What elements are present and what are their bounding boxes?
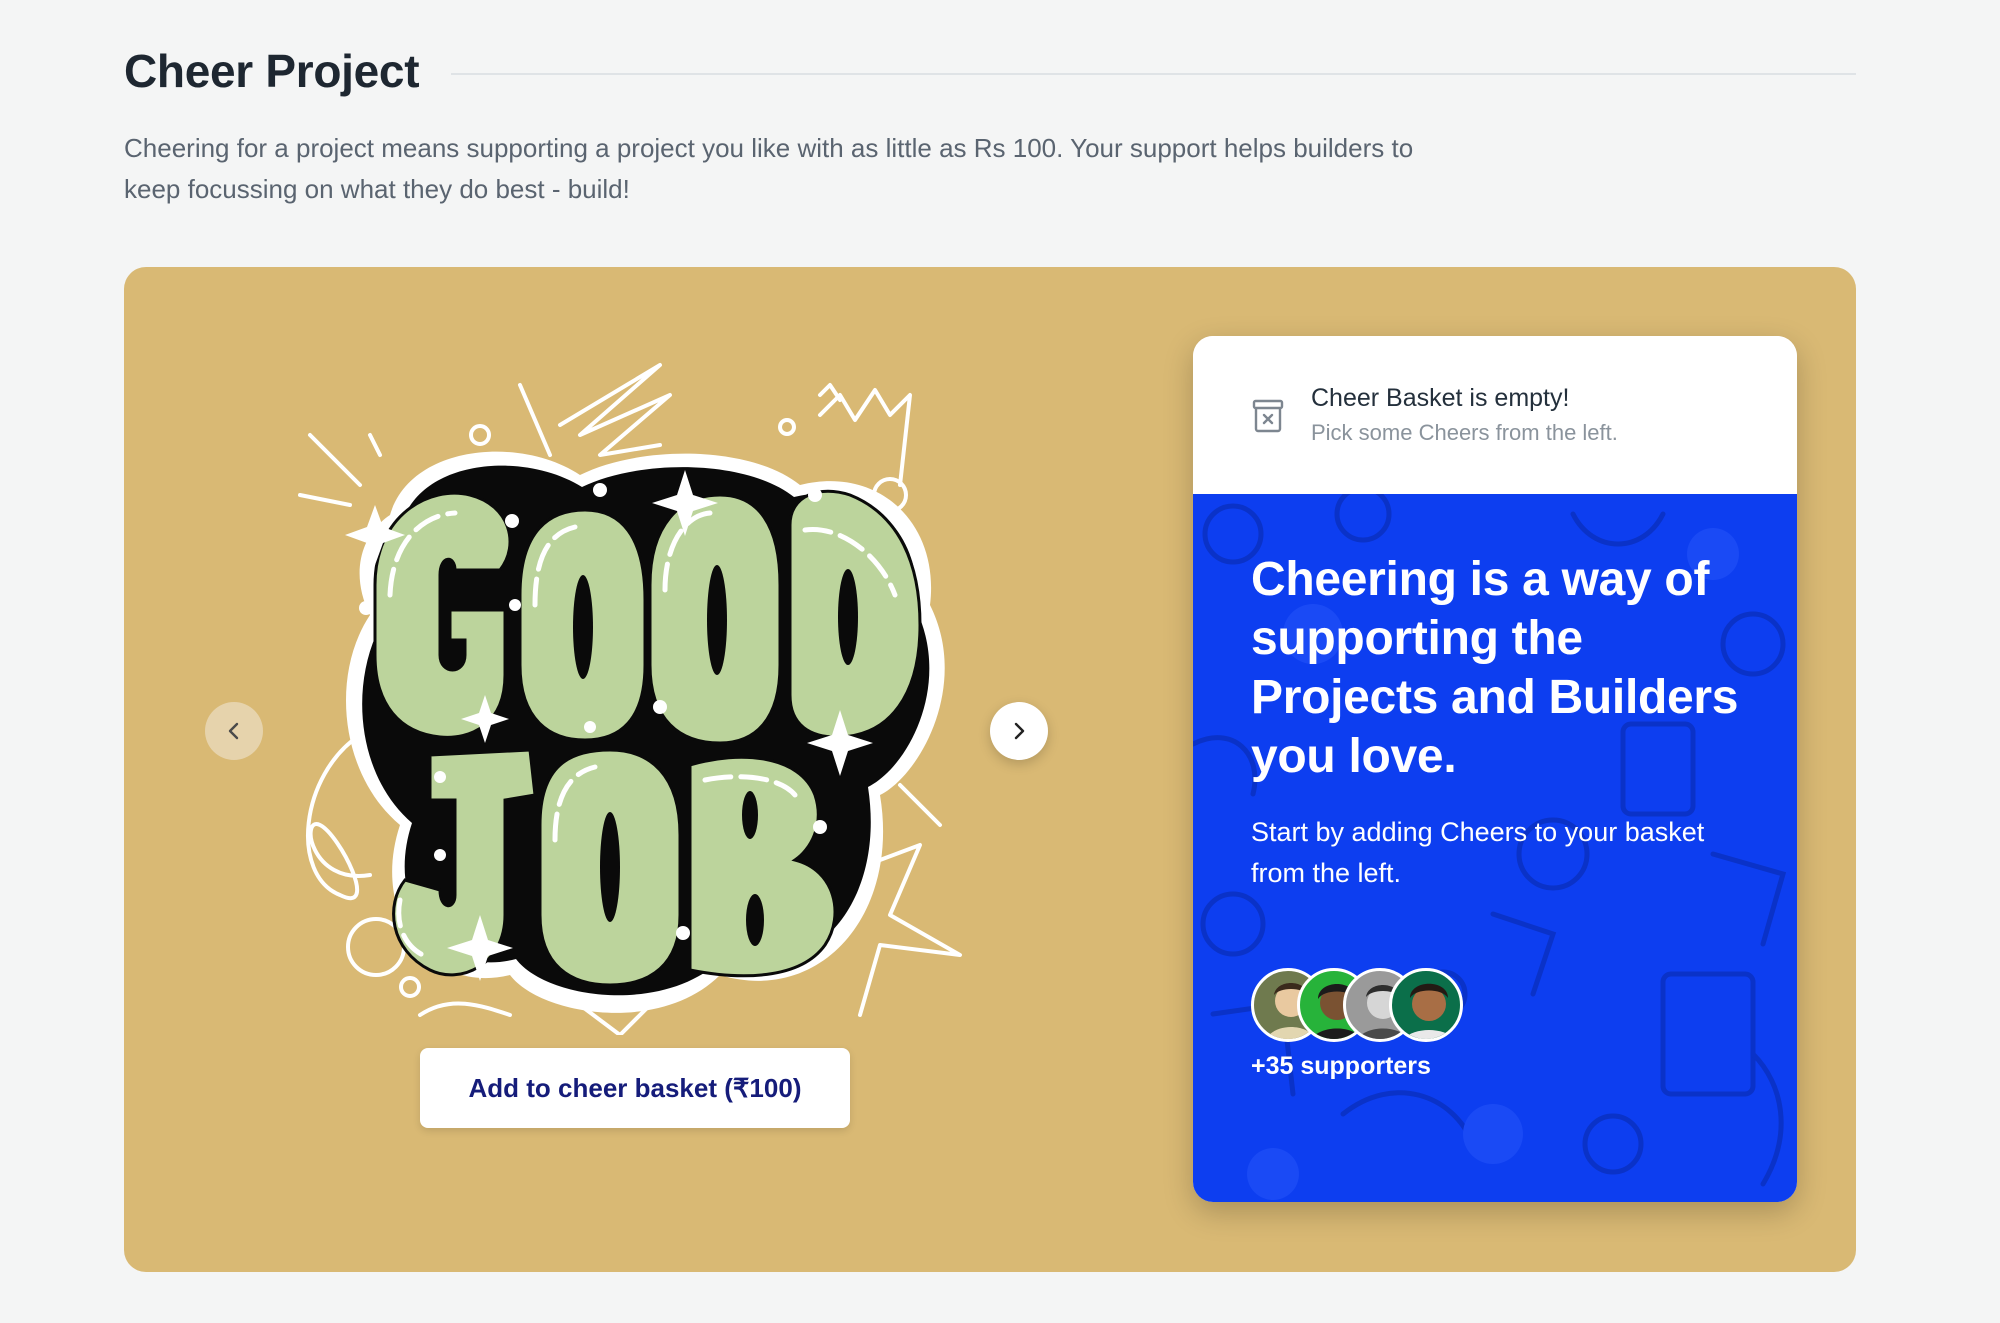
add-to-cheer-basket-button[interactable]: Add to cheer basket (₹100) [420,1048,850,1128]
page-description: Cheering for a project means supporting … [124,133,1414,204]
cheer-basket-card: Cheer Basket is empty! Pick some Cheers … [1193,336,1797,1202]
promo-subtitle: Start by adding Cheers to your basket fr… [1251,817,1705,888]
avatar [1389,968,1463,1042]
empty-box-icon [1252,399,1284,433]
title-divider [451,73,1856,75]
supporter-avatars [1251,968,1471,1046]
carousel-next-button[interactable] [990,702,1048,760]
basket-empty-subtitle: Pick some Cheers from the left. [1311,420,1618,445]
cheer-basket-header: Cheer Basket is empty! Pick some Cheers … [1193,336,1797,494]
supporters-count: +35 supporters [1251,1052,1431,1080]
page-title: Cheer Project [124,45,420,97]
chevron-right-icon [1014,722,1025,740]
page-header: Cheer Project [124,44,1856,98]
chevron-left-icon [228,722,239,740]
cheering-promo: Cheering is a way of supporting the Proj… [1193,494,1797,1202]
basket-empty-title: Cheer Basket is empty! [1311,384,1570,412]
carousel-prev-button[interactable] [205,702,263,760]
good-job-sticker[interactable] [280,355,980,1035]
promo-title: Cheering is a way of supporting the Proj… [1251,553,1739,783]
